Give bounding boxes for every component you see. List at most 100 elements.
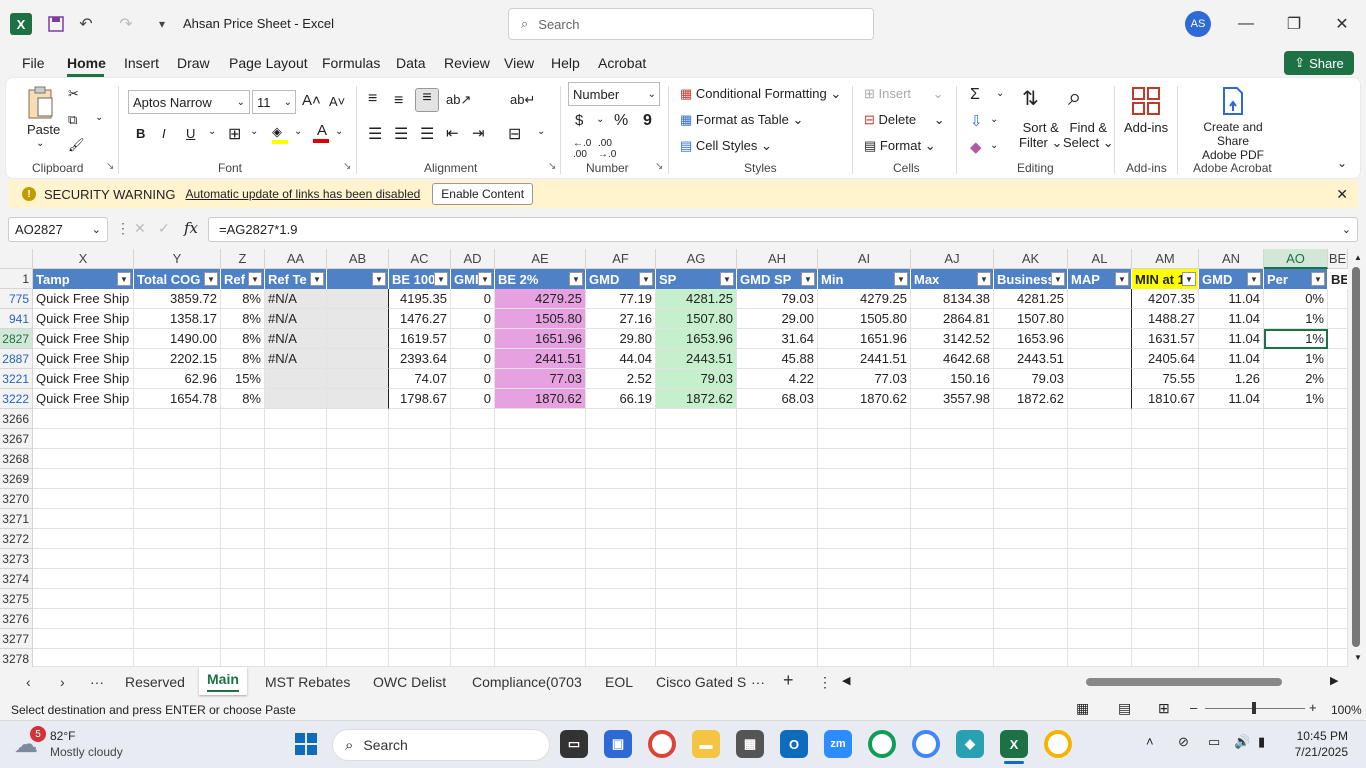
empty-cell[interactable]: [495, 629, 586, 649]
table-cell[interactable]: [1068, 369, 1132, 389]
table-cell[interactable]: 62.96: [134, 369, 221, 389]
table-cell[interactable]: [1328, 329, 1348, 349]
empty-cell[interactable]: [818, 529, 911, 549]
wrap-text-icon[interactable]: ab↵: [510, 92, 535, 108]
table-header-cell[interactable]: MIN at 1 ▼: [1132, 269, 1199, 289]
cancel-entry-icon[interactable]: ✕: [134, 220, 146, 237]
empty-cell[interactable]: [1199, 469, 1264, 489]
find-select-icon[interactable]: ⌕: [1068, 84, 1081, 112]
table-cell[interactable]: 0: [451, 329, 495, 349]
align-bottom-icon[interactable]: ≡: [415, 88, 439, 112]
table-cell[interactable]: 1651.96: [495, 329, 586, 349]
empty-cell[interactable]: [737, 529, 818, 549]
empty-cell[interactable]: [911, 449, 994, 469]
formula-input[interactable]: =AG2827*1.9 ⌄: [208, 217, 1358, 242]
menu-acrobat[interactable]: Acrobat: [598, 55, 646, 71]
empty-cell[interactable]: [994, 429, 1068, 449]
adobe-pdf-icon[interactable]: [1220, 86, 1246, 116]
empty-cell[interactable]: [656, 589, 737, 609]
row-header[interactable]: 3222: [0, 389, 33, 409]
decrease-indent-icon[interactable]: ⇤: [446, 124, 459, 142]
empty-cell[interactable]: [656, 489, 737, 509]
table-cell[interactable]: [1068, 289, 1132, 309]
scroll-thumb[interactable]: [1352, 267, 1360, 647]
empty-cell[interactable]: [994, 629, 1068, 649]
empty-cell[interactable]: [327, 589, 389, 609]
empty-cell[interactable]: [1199, 649, 1264, 667]
row-header[interactable]: 3273: [0, 549, 33, 569]
table-cell[interactable]: 45.88: [737, 349, 818, 369]
table-cell[interactable]: 11.04: [1199, 289, 1264, 309]
merge-center-icon[interactable]: ⊟: [508, 124, 521, 144]
empty-cell[interactable]: [265, 549, 327, 569]
empty-cell[interactable]: [586, 409, 656, 429]
empty-cell[interactable]: [221, 429, 265, 449]
row-header[interactable]: 3274: [0, 569, 33, 589]
filter-dropdown-icon[interactable]: ▼: [478, 272, 492, 286]
table-cell[interactable]: 1631.57: [1132, 329, 1199, 349]
empty-cell[interactable]: [1199, 549, 1264, 569]
align-center-icon[interactable]: ☰: [394, 124, 408, 144]
orientation-icon[interactable]: ab↗: [446, 92, 471, 108]
table-header-cell[interactable]: MAP ▼: [1068, 269, 1132, 289]
close-warning-icon[interactable]: ✕: [1336, 186, 1348, 203]
row-header[interactable]: 2827: [0, 329, 33, 349]
empty-cell[interactable]: [818, 489, 911, 509]
empty-cell[interactable]: [1068, 569, 1132, 589]
filter-dropdown-icon[interactable]: ▼: [1247, 272, 1261, 286]
empty-cell[interactable]: [1328, 549, 1348, 569]
tab-compliance[interactable]: Compliance(0703: [472, 674, 582, 690]
empty-cell[interactable]: [33, 569, 134, 589]
table-cell[interactable]: #N/A: [265, 289, 327, 309]
empty-cell[interactable]: [1328, 529, 1348, 549]
empty-cell[interactable]: [327, 549, 389, 569]
empty-cell[interactable]: [134, 629, 221, 649]
column-header[interactable]: AB: [327, 249, 389, 269]
empty-cell[interactable]: [1132, 609, 1199, 629]
empty-cell[interactable]: [818, 549, 911, 569]
empty-cell[interactable]: [327, 509, 389, 529]
table-header-cell[interactable]: Ref ▼: [221, 269, 265, 289]
column-header[interactable]: X: [33, 249, 134, 269]
column-header[interactable]: AC: [389, 249, 451, 269]
percent-icon[interactable]: %: [614, 112, 628, 130]
comma-style-icon[interactable]: 9: [643, 112, 652, 130]
chrome-profile2-icon[interactable]: [912, 730, 940, 758]
empty-cell[interactable]: [586, 649, 656, 667]
chrome-icon[interactable]: [648, 730, 676, 758]
empty-cell[interactable]: [586, 429, 656, 449]
empty-cell[interactable]: [221, 449, 265, 469]
empty-cell[interactable]: [994, 649, 1068, 667]
table-cell[interactable]: 11.04: [1199, 389, 1264, 409]
empty-cell[interactable]: [265, 609, 327, 629]
empty-cell[interactable]: [911, 469, 994, 489]
table-cell[interactable]: [327, 309, 389, 329]
table-cell[interactable]: Quick Free Ship: [33, 329, 134, 349]
column-header[interactable]: AM: [1132, 249, 1199, 269]
empty-cell[interactable]: [265, 409, 327, 429]
table-header-cell[interactable]: Tamp ▼: [33, 269, 134, 289]
row-header[interactable]: 3278: [0, 649, 33, 669]
filter-dropdown-icon[interactable]: ▼: [1051, 272, 1065, 286]
table-cell[interactable]: 1619.57: [389, 329, 451, 349]
empty-cell[interactable]: [389, 449, 451, 469]
scroll-down-icon[interactable]: ▼: [1354, 653, 1362, 662]
battery-icon[interactable]: ▮: [1258, 734, 1265, 750]
empty-cell[interactable]: [389, 509, 451, 529]
menu-page-layout[interactable]: Page Layout: [229, 55, 308, 71]
empty-cell[interactable]: [586, 549, 656, 569]
empty-cell[interactable]: [1264, 469, 1328, 489]
empty-cell[interactable]: [994, 489, 1068, 509]
format-as-table-button[interactable]: ▦ Format as Table ⌄: [680, 112, 803, 128]
sort-filter-button[interactable]: Sort & Filter ⌄: [1019, 120, 1062, 151]
row-header[interactable]: 3270: [0, 489, 33, 509]
empty-cell[interactable]: [1199, 589, 1264, 609]
align-right-icon[interactable]: ☰: [420, 124, 434, 144]
table-cell[interactable]: [265, 389, 327, 409]
table-cell[interactable]: 4279.25: [495, 289, 586, 309]
autosum-dropdown-icon[interactable]: ⌄: [996, 88, 1004, 99]
fill-icon[interactable]: ⇩: [970, 112, 983, 130]
empty-cell[interactable]: [389, 549, 451, 569]
scroll-up-icon[interactable]: ▲: [1354, 253, 1362, 262]
empty-cell[interactable]: [327, 469, 389, 489]
